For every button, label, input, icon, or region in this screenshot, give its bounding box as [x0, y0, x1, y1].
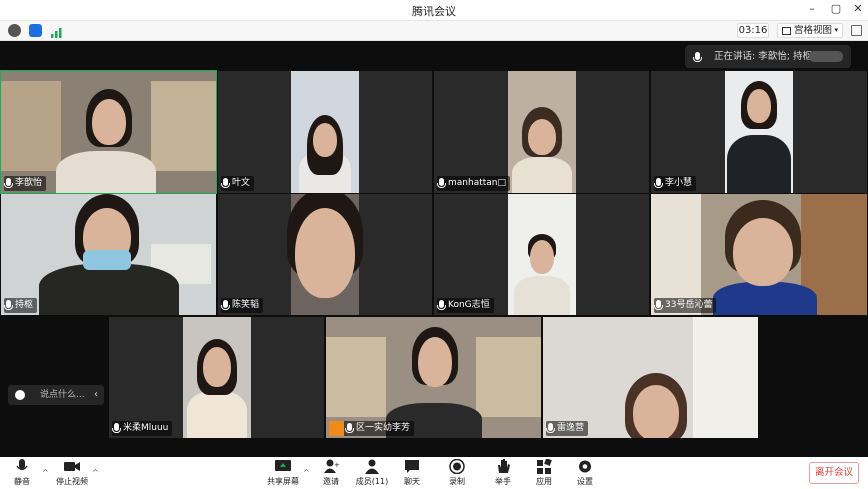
share-screen-button[interactable]: 共享屏幕: [263, 459, 303, 487]
speaking-text: 正在讲话: 李歆怡; 持枢;: [714, 51, 816, 62]
leave-meeting-button[interactable]: 离开会议: [809, 462, 859, 484]
gear-icon: [577, 459, 593, 474]
hand-icon: [495, 459, 511, 474]
maximize-icon[interactable]: ▢: [829, 2, 843, 15]
participant-name-tag: 李歆怡: [4, 176, 47, 191]
microphone-icon: [14, 459, 30, 474]
participant-name-tag: manhattan□: [437, 176, 510, 191]
video-options-chevron-icon[interactable]: ^: [92, 468, 99, 477]
video-tile[interactable]: 叶文: [218, 71, 432, 193]
emoji-icon[interactable]: [15, 390, 25, 400]
record-button[interactable]: 录制: [437, 458, 477, 487]
participant-name-tag: 陈笑韬: [221, 298, 264, 313]
video-tile[interactable]: 区一实幼李芳: [326, 317, 541, 438]
signal-icon[interactable]: [50, 24, 63, 38]
bottom-toolbar: 静音 ^ 停止视频 ^ 共享屏幕 ^ + 邀请 成员(11) 聊天 录制 举手 …: [0, 457, 868, 489]
mute-options-chevron-icon[interactable]: ^: [42, 468, 49, 477]
video-tile[interactable]: KonG志恒: [434, 194, 649, 315]
record-icon: [449, 458, 465, 475]
title-bar: 腾讯会议 – ▢ ✕: [0, 0, 868, 21]
mic-icon: [437, 178, 446, 188]
view-mode-label: 宫格视图: [794, 25, 833, 36]
apps-button[interactable]: 应用: [524, 458, 564, 487]
mic-icon: [4, 178, 13, 188]
video-tile[interactable]: 米柔Mluuu: [109, 317, 324, 438]
mic-icon: [221, 300, 230, 310]
mic-icon: [693, 52, 702, 62]
top-toolbar: 03:16 宫格视图 ▾: [0, 21, 868, 41]
participant-name-tag: 33号岳沁蕾: [654, 298, 717, 313]
members-icon: [364, 459, 380, 474]
settings-button[interactable]: 设置: [565, 459, 605, 487]
stop-video-button[interactable]: 停止视频: [52, 459, 92, 487]
chat-button[interactable]: 聊天: [392, 459, 432, 487]
video-tile[interactable]: 陈笑韬: [218, 194, 432, 315]
video-tile[interactable]: 李歆怡: [0, 70, 217, 194]
mute-button[interactable]: 静音: [2, 459, 42, 487]
mic-icon: [4, 300, 13, 310]
shield-icon[interactable]: [29, 24, 42, 37]
share-options-chevron-icon[interactable]: ^: [303, 468, 310, 477]
camera-icon: [64, 459, 80, 474]
invite-user-icon: +: [323, 459, 340, 474]
participant-name-tag: KonG志恒: [437, 298, 494, 313]
chevron-left-icon[interactable]: ‹: [94, 385, 98, 405]
svg-text:+: +: [334, 461, 339, 469]
mic-icon: [345, 423, 354, 433]
participant-name-tag: 叶文: [221, 176, 255, 191]
participant-name-tag: 区一实幼李芳: [329, 421, 415, 436]
participant-name-tag: 李小慧: [654, 176, 697, 191]
invite-button[interactable]: + 邀请: [311, 459, 351, 487]
mic-icon: [437, 300, 446, 310]
video-tile[interactable]: 雷逸营: [543, 317, 758, 438]
info-icon[interactable]: [8, 24, 21, 37]
share-screen-icon: [275, 459, 291, 474]
speaker-avatar-blur: [809, 51, 843, 62]
meeting-timer: 03:16: [737, 23, 769, 38]
view-mode-button[interactable]: 宫格视图 ▾: [777, 23, 843, 38]
chevron-down-icon: ▾: [834, 26, 838, 34]
minimize-icon[interactable]: –: [805, 2, 819, 15]
participant-name-tag: 持枢: [4, 298, 38, 313]
close-icon[interactable]: ✕: [851, 2, 865, 15]
members-button[interactable]: 成员(11): [352, 459, 392, 487]
speaking-indicator: 正在讲话: 李歆怡; 持枢;: [685, 45, 851, 68]
raise-hand-button[interactable]: 举手: [483, 459, 523, 487]
chat-placeholder: 说点什么...: [40, 390, 85, 400]
grid-icon: [782, 27, 791, 35]
window-title: 腾讯会议: [412, 5, 456, 18]
chat-bubble-icon: [404, 459, 420, 474]
mic-icon: [221, 178, 230, 188]
participant-name-tag: 米柔Mluuu: [112, 421, 173, 436]
video-tile[interactable]: 李小慧: [651, 71, 867, 193]
mic-icon: [546, 423, 555, 433]
participant-name-tag: 雷逸营: [546, 421, 589, 436]
mic-icon: [654, 178, 663, 188]
chat-input-box[interactable]: 说点什么... ‹: [8, 385, 104, 405]
mic-icon: [654, 300, 663, 310]
video-tile[interactable]: 持枢: [1, 194, 216, 315]
video-tile[interactable]: manhattan□: [434, 71, 649, 193]
video-tile[interactable]: 33号岳沁蕾: [651, 194, 867, 315]
fullscreen-icon[interactable]: [851, 25, 862, 36]
host-icon: [329, 421, 344, 436]
mic-icon: [112, 423, 121, 433]
apps-icon: [536, 458, 552, 474]
